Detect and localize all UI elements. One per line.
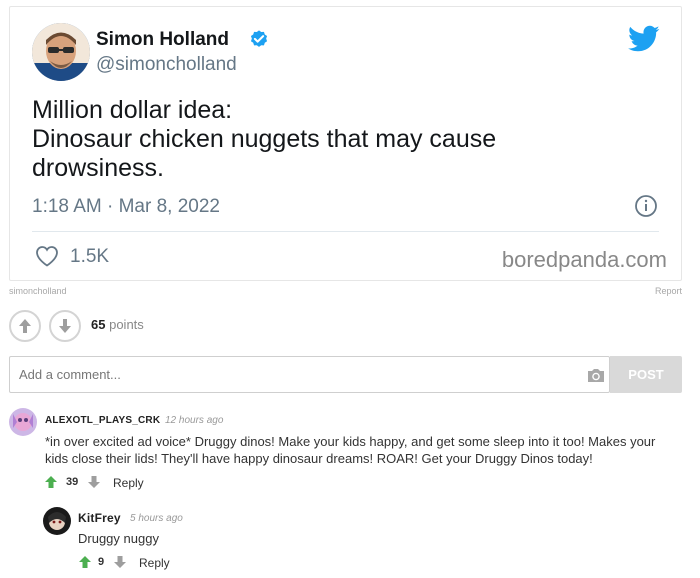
twitter-bird-icon[interactable] [628,25,660,53]
comment-username[interactable]: ALEXOTL_PLAYS_CRK [45,415,160,426]
downvote-arrow-icon[interactable] [114,556,126,568]
arrow-up-icon [19,319,31,333]
verified-badge-icon [250,30,268,47]
comment-score: 9 [98,556,105,568]
arrow-down-icon [59,319,71,333]
comment-text-line: *in over excited ad voice* Druggy dinos!… [45,434,656,449]
embedded-tweet-card: Simon Holland @simoncholland Million dol… [9,6,682,281]
comment-avatar[interactable] [9,408,37,436]
comment-username[interactable]: KitFrey [78,511,121,525]
tweet-author-handle[interactable]: @simoncholland [96,54,237,76]
upvote-arrow-icon[interactable] [79,556,91,568]
tweet-like-count: 1.5K [70,246,110,267]
tweet-text-line: Dinosaur chicken nuggets that may cause [32,125,497,153]
post-points: 65 points [91,317,144,332]
tweet-text: Million dollar idea: Dinosaur chicken nu… [32,96,632,183]
upvote-arrow-icon[interactable] [45,476,57,488]
comment-timestamp: 12 hours ago [165,415,224,426]
tweet-author-avatar[interactable] [32,23,90,81]
tweet-text-line: drowsiness. [32,154,164,182]
comment-text: Druggy nuggy [78,531,159,546]
info-icon[interactable] [634,194,658,218]
comment-score: 39 [66,476,79,488]
reply-button[interactable]: Reply [139,556,170,570]
upvote-button[interactable] [9,310,41,342]
comment-avatar[interactable] [43,507,71,535]
downvote-arrow-icon[interactable] [88,476,100,488]
camera-icon[interactable] [586,367,606,383]
heart-icon[interactable] [35,245,59,267]
downvote-button[interactable] [49,310,81,342]
tweet-divider [32,231,659,232]
points-count: 65 [91,317,106,332]
comment-box [9,356,610,393]
comment-timestamp: 5 hours ago [130,513,183,524]
comment-text: *in over excited ad voice* Druggy dinos!… [45,433,655,467]
tweet-timestamp[interactable]: 1:18 AM · Mar 8, 2022 [32,196,220,218]
comment-input[interactable] [10,357,570,392]
image-credit[interactable]: simoncholland [9,286,67,296]
reply-button[interactable]: Reply [113,476,144,490]
post-comment-button[interactable]: POST [610,356,682,393]
comment-text-line: kids close their lids! They'll have happ… [45,451,593,466]
tweet-author-name[interactable]: Simon Holland [96,29,229,51]
report-link[interactable]: Report [655,286,682,296]
tweet-text-line: Million dollar idea: [32,96,233,124]
watermark: boredpanda.com [501,247,667,272]
points-label: points [109,317,144,332]
